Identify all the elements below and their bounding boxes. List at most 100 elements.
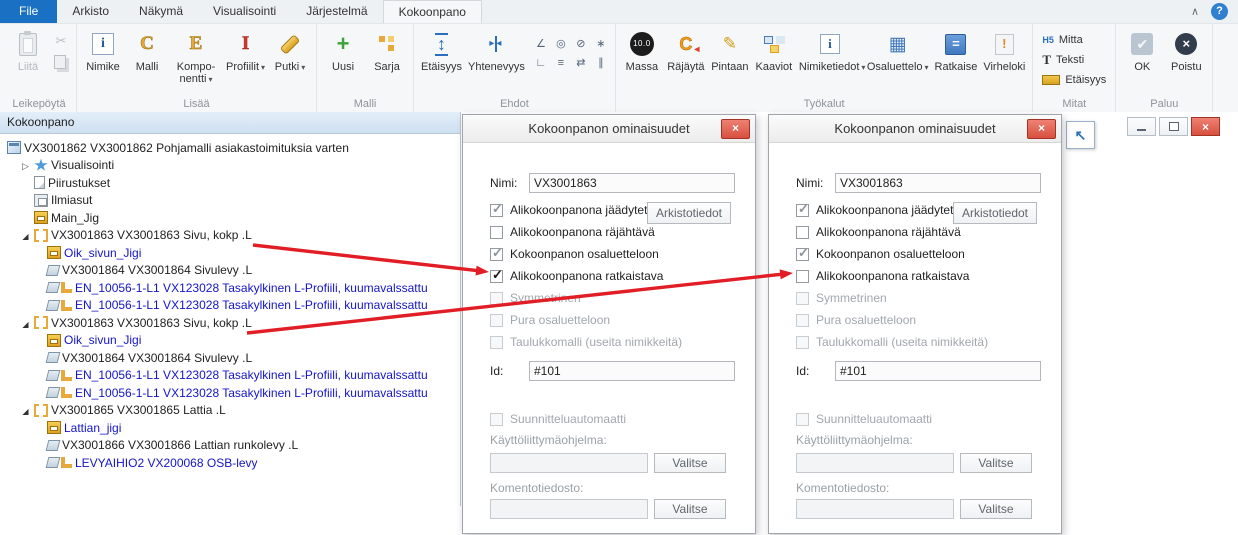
ribbon-tab[interactable]: File: [0, 0, 57, 23]
checkbox-row[interactable]: Alikokoonpanona ratkaistava: [796, 268, 988, 284]
valitse-button[interactable]: Valitse: [960, 499, 1032, 519]
osaluettelo-button[interactable]: ▦ Osaluettelo: [864, 26, 932, 97]
id-input[interactable]: [835, 361, 1041, 381]
dialog-titlebar[interactable]: Kokoonpanon ominaisuudet ×: [463, 115, 755, 143]
tree-item[interactable]: Main_Jig: [0, 209, 460, 227]
putki-button[interactable]: Putki: [268, 26, 312, 97]
id-input[interactable]: [529, 361, 735, 381]
tree-item[interactable]: EN_10056-1-L1 VX123028 Tasakylkinen L-Pr…: [0, 367, 460, 385]
checkbox[interactable]: [490, 270, 503, 283]
massa-button[interactable]: 10.0 Massa: [620, 26, 664, 97]
etaisyys-button[interactable]: ↕ Etäisyys: [418, 26, 465, 97]
ok-button[interactable]: ✔ OK: [1120, 26, 1164, 97]
checkbox-row[interactable]: Taulukkomalli (useita nimikkeitä): [796, 334, 988, 350]
checkbox[interactable]: [796, 204, 809, 217]
tree-item[interactable]: VX3001863 VX3001863 Sivu, kokp .L: [0, 314, 460, 332]
tree-item[interactable]: Oik_sivun_Jigi: [0, 244, 460, 262]
checkbox[interactable]: [490, 204, 503, 217]
tree-item[interactable]: VX3001866 VX3001866 Lattian runkolevy .L: [0, 437, 460, 455]
tree-item[interactable]: Oik_sivun_Jigi: [0, 332, 460, 350]
caret-expanded-icon[interactable]: [19, 316, 32, 330]
cut-button[interactable]: ✂: [50, 31, 72, 50]
checkbox-row[interactable]: Kokoonpanon osaluetteloon: [490, 246, 682, 262]
caret-expanded-icon[interactable]: [19, 228, 32, 242]
checkbox-row[interactable]: Alikokoonpanona räjähtävä: [490, 224, 682, 240]
kayttoliittyma-input[interactable]: [796, 453, 954, 473]
tree-item[interactable]: LEVYAIHIO2 VX200068 OSB-levy: [0, 454, 460, 472]
sarja-button[interactable]: Sarja: [365, 26, 409, 97]
close-dialog-button[interactable]: ×: [1027, 119, 1056, 139]
ribbon-tab[interactable]: Visualisointi: [198, 0, 291, 23]
poistu-button[interactable]: × Poistu: [1164, 26, 1208, 97]
checkbox-row[interactable]: Symmetrinen: [490, 290, 682, 306]
rajayta-button[interactable]: C Räjäytä: [664, 26, 708, 97]
constraint-icon[interactable]: ∟: [531, 53, 551, 72]
checkbox-row[interactable]: Alikokoonpanona räjähtävä: [796, 224, 988, 240]
close-window-button[interactable]: ×: [1191, 117, 1220, 136]
checkbox[interactable]: [490, 248, 503, 261]
checkbox[interactable]: [490, 226, 503, 239]
ribbon-tab[interactable]: Järjestelmä: [291, 0, 382, 23]
checkbox[interactable]: [796, 314, 809, 327]
yhtenevyys-button[interactable]: ▸◂ Yhtenevyys: [465, 26, 528, 97]
nimike-button[interactable]: i Nimike: [81, 26, 125, 97]
copy-button[interactable]: [50, 53, 72, 72]
help-icon[interactable]: ?: [1211, 3, 1228, 20]
checkbox[interactable]: [796, 226, 809, 239]
teksti-button[interactable]: T Teksti: [1037, 50, 1111, 69]
dialog-titlebar[interactable]: Kokoonpanon ominaisuudet ×: [769, 115, 1061, 143]
checkbox[interactable]: [490, 292, 503, 305]
checkbox[interactable]: [490, 413, 503, 426]
constraint-icon[interactable]: ⊘: [571, 34, 591, 53]
tree-item[interactable]: Visualisointi: [0, 157, 460, 175]
checkbox[interactable]: [796, 413, 809, 426]
kayttoliittyma-input[interactable]: [490, 453, 648, 473]
checkbox-row[interactable]: Pura osaluetteloon: [490, 312, 682, 328]
collapse-ribbon-icon[interactable]: ∧: [1191, 5, 1199, 18]
restore-button[interactable]: [1159, 117, 1188, 136]
caret-expanded-icon[interactable]: [19, 403, 32, 417]
ribbon-tab[interactable]: Arkisto: [57, 0, 124, 23]
valitse-button[interactable]: Valitse: [654, 453, 726, 473]
constraint-icon[interactable]: ≡: [551, 53, 571, 72]
select-tool-button[interactable]: ↖: [1066, 121, 1095, 149]
valitse-button[interactable]: Valitse: [654, 499, 726, 519]
tree-item[interactable]: Piirustukset: [0, 174, 460, 192]
checkbox-row[interactable]: Kokoonpanon osaluetteloon: [796, 246, 988, 262]
checkbox[interactable]: [796, 292, 809, 305]
tree-item[interactable]: VX3001865 VX3001865 Lattia .L: [0, 402, 460, 420]
constraint-icon[interactable]: ◎: [551, 34, 571, 53]
nimi-input[interactable]: [529, 173, 735, 193]
checkbox-row[interactable]: Symmetrinen: [796, 290, 988, 306]
komponentti-button[interactable]: E Kompo-nentti: [169, 26, 223, 97]
suunnitteluautomaatti-row[interactable]: Suunnitteluautomaatti: [796, 411, 932, 427]
checkbox-row[interactable]: Taulukkomalli (useita nimikkeitä): [490, 334, 682, 350]
nimi-input[interactable]: [835, 173, 1041, 193]
suunnitteluautomaatti-row[interactable]: Suunnitteluautomaatti: [490, 411, 626, 427]
arkistotiedot-button[interactable]: Arkistotiedot: [953, 202, 1037, 224]
tree-item[interactable]: EN_10056-1-L1 VX123028 Tasakylkinen L-Pr…: [0, 384, 460, 402]
caret-collapsed-icon[interactable]: [19, 158, 32, 172]
pintaan-button[interactable]: ✎ Pintaan: [708, 26, 752, 97]
komento-input[interactable]: [796, 499, 954, 519]
tree-item[interactable]: Lattian_jigi: [0, 419, 460, 437]
minimize-button[interactable]: [1127, 117, 1156, 136]
tree-item[interactable]: VX3001863 VX3001863 Sivu, kokp .L: [0, 227, 460, 245]
close-dialog-button[interactable]: ×: [721, 119, 750, 139]
checkbox[interactable]: [796, 248, 809, 261]
constraint-icon[interactable]: ∥: [591, 53, 611, 72]
constraint-icon[interactable]: ⇄: [571, 53, 591, 72]
ribbon-tab[interactable]: Näkymä: [124, 0, 198, 23]
profiilit-button[interactable]: I Profiilit: [223, 26, 268, 97]
malli-button[interactable]: C Malli: [125, 26, 169, 97]
tree-item[interactable]: VX3001862 VX3001862 Pohjamalli asiakasto…: [0, 139, 460, 157]
constraint-icon[interactable]: ∠: [531, 34, 551, 53]
checkbox[interactable]: [796, 336, 809, 349]
ratkaise-button[interactable]: = Ratkaise: [932, 26, 981, 97]
checkbox[interactable]: [490, 314, 503, 327]
komento-input[interactable]: [490, 499, 648, 519]
kaaviot-button[interactable]: Kaaviot: [752, 26, 796, 97]
tree-item[interactable]: EN_10056-1-L1 VX123028 Tasakylkinen L-Pr…: [0, 297, 460, 315]
mitta-button[interactable]: H5 Mitta: [1037, 30, 1111, 49]
etaisyys-mitta-button[interactable]: Etäisyys: [1037, 70, 1111, 89]
